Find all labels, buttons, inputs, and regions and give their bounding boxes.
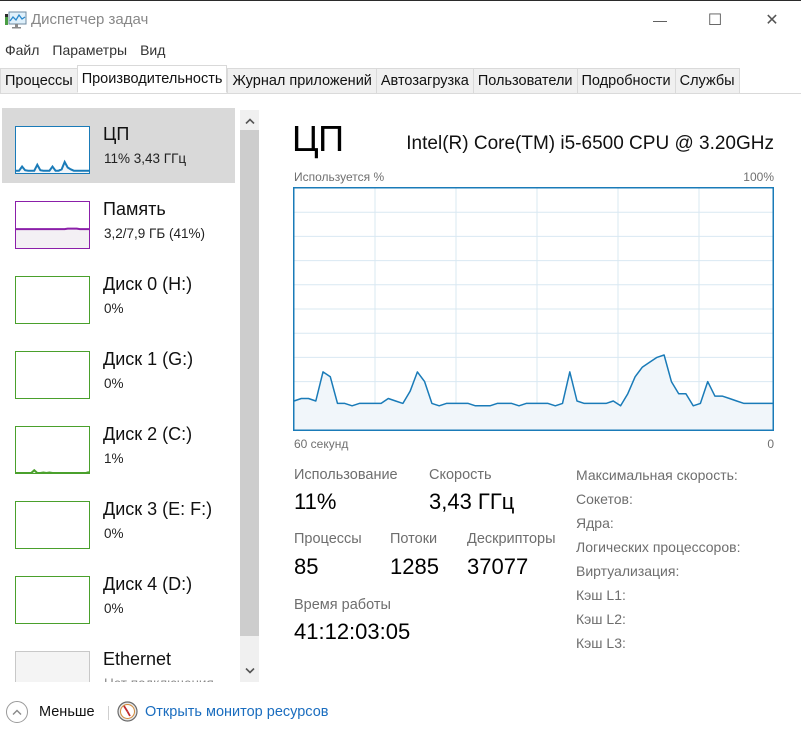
threads-label: Потоки	[390, 531, 438, 547]
tab-services[interactable]: Службы	[674, 68, 740, 94]
scroll-down-button[interactable]	[240, 662, 259, 680]
cpu-model: Intel(R) Core(TM) i5-6500 CPU @ 3.20GHz	[406, 133, 774, 154]
graph-y-max-label: 100%	[743, 170, 774, 184]
tab-app-history[interactable]: Журнал приложений	[227, 68, 376, 94]
speed-value: 3,43 ГГц	[429, 489, 515, 514]
footer: Меньше Открыть монитор ресурсов	[0, 692, 801, 732]
resource-name: Ethernet	[103, 649, 172, 669]
memory-thumbnail	[15, 201, 90, 249]
resource-list: ЦП 11% 3,43 ГГц Память 3,2/7,9 ГБ (41%) …	[0, 104, 262, 682]
menu-file[interactable]: Файл	[0, 42, 45, 58]
scroll-thumb[interactable]	[240, 130, 259, 636]
handles-label: Дескрипторы	[467, 531, 556, 547]
resource-value: 0%	[104, 601, 124, 616]
fewer-details-button[interactable]: Меньше	[6, 701, 95, 723]
open-resource-monitor-label: Открыть монитор ресурсов	[145, 703, 329, 720]
cpu-thumbnail	[15, 126, 90, 174]
scroll-up-button[interactable]	[240, 112, 259, 130]
processes-label: Процессы	[294, 531, 362, 547]
spec-l3-cache: Кэш L3:	[576, 635, 626, 651]
resource-item-disk-2[interactable]: Диск 2 (C:) 1%	[2, 408, 235, 483]
disk-thumbnail	[15, 501, 90, 549]
usage-value: 11%	[294, 489, 337, 514]
window-title: Диспетчер задач	[31, 11, 149, 28]
resource-name: ЦП	[103, 124, 130, 144]
resource-name: Память	[103, 199, 166, 219]
tab-startup[interactable]: Автозагрузка	[375, 68, 473, 94]
spec-sockets: Сокетов:	[576, 491, 633, 507]
resource-item-cpu[interactable]: ЦП 11% 3,43 ГГц	[2, 108, 235, 183]
resource-item-disk-0[interactable]: Диск 0 (H:) 0%	[2, 258, 235, 333]
chevron-up-icon	[244, 118, 255, 124]
minimize-icon: —	[653, 12, 667, 28]
cpu-usage-graph	[293, 187, 774, 431]
title-bar: Диспетчер задач — ☐ ✕	[0, 0, 801, 38]
threads-value: 1285	[390, 554, 439, 579]
footer-divider	[108, 706, 109, 720]
resource-name: Диск 1 (G:)	[103, 349, 194, 369]
fewer-details-label: Меньше	[39, 704, 95, 720]
graph-x-start-label: 60 секунд	[294, 437, 349, 451]
close-icon: ✕	[765, 12, 779, 29]
ethernet-thumbnail	[15, 651, 90, 682]
disk-thumbnail	[15, 276, 90, 324]
resource-item-memory[interactable]: Память 3,2/7,9 ГБ (41%)	[2, 183, 235, 258]
resource-item-disk-4[interactable]: Диск 4 (D:) 0%	[2, 558, 235, 633]
tab-strip: Процессы Производительность Журнал прило…	[0, 65, 801, 94]
resource-name: Диск 3 (E: F:)	[103, 499, 213, 519]
sidebar-scrollbar[interactable]	[240, 110, 259, 682]
graph-y-label: Используется %	[294, 170, 385, 184]
resource-value: 0%	[104, 526, 124, 541]
resource-value: 11% 3,43 ГГц	[104, 151, 187, 166]
detail-title: ЦП	[292, 118, 344, 159]
resource-item-disk-3[interactable]: Диск 3 (E: F:) 0%	[2, 483, 235, 558]
tab-performance[interactable]: Производительность	[76, 65, 228, 93]
maximize-button[interactable]: ☐	[692, 1, 738, 39]
spec-l2-cache: Кэш L2:	[576, 611, 626, 627]
chevron-up-circle-icon	[6, 701, 28, 723]
disk-thumbnail	[15, 426, 90, 474]
resource-value: 0%	[104, 301, 124, 316]
spec-logical-processors: Логических процессоров:	[576, 539, 741, 555]
spec-l1-cache: Кэш L1:	[576, 587, 626, 603]
resource-name: Диск 0 (H:)	[103, 274, 193, 294]
handles-value: 37077	[467, 554, 529, 579]
resource-value: 3,2/7,9 ГБ (41%)	[104, 226, 205, 241]
menu-view[interactable]: Вид	[135, 42, 171, 58]
tab-details[interactable]: Подробности	[576, 68, 675, 94]
disk-thumbnail	[15, 576, 90, 624]
detail-pane: ЦП Intel(R) Core(TM) i5-6500 CPU @ 3.20G…	[270, 104, 801, 684]
minimize-button[interactable]: —	[637, 1, 683, 39]
resource-monitor-icon	[117, 701, 138, 722]
thumbnail-area	[16, 228, 89, 248]
maximize-icon: ☐	[707, 12, 723, 29]
resource-name: Диск 4 (D:)	[103, 574, 193, 594]
spec-cores: Ядра:	[576, 515, 614, 531]
chevron-down-icon	[244, 668, 255, 674]
processes-value: 85	[294, 554, 319, 579]
open-resource-monitor-link[interactable]: Открыть монитор ресурсов	[117, 701, 328, 722]
uptime-value: 41:12:03:05	[294, 619, 411, 644]
resource-item-disk-1[interactable]: Диск 1 (G:) 0%	[2, 333, 235, 408]
resource-value: 0%	[104, 376, 124, 391]
close-button[interactable]: ✕	[749, 1, 795, 39]
tab-processes[interactable]: Процессы	[0, 68, 77, 94]
resource-value: 1%	[104, 451, 124, 466]
usage-label: Использование	[294, 467, 398, 483]
resource-name: Диск 2 (C:)	[103, 424, 193, 444]
speed-label: Скорость	[429, 467, 492, 483]
task-manager-icon	[5, 11, 27, 29]
uptime-label: Время работы	[294, 597, 391, 613]
spec-max-speed: Максимальная скорость:	[576, 467, 738, 483]
thumbnail-line	[16, 470, 89, 473]
menu-bar: Файл Параметры Вид	[0, 38, 801, 62]
menu-options[interactable]: Параметры	[47, 42, 133, 58]
disk-thumbnail	[15, 351, 90, 399]
tab-users[interactable]: Пользователи	[472, 68, 577, 94]
resource-item-ethernet[interactable]: Ethernet Нет подключения	[2, 633, 235, 682]
spec-virtualization: Виртуализация:	[576, 563, 680, 579]
graph-x-end-label: 0	[767, 437, 774, 451]
resource-value: Нет подключения	[104, 676, 214, 682]
